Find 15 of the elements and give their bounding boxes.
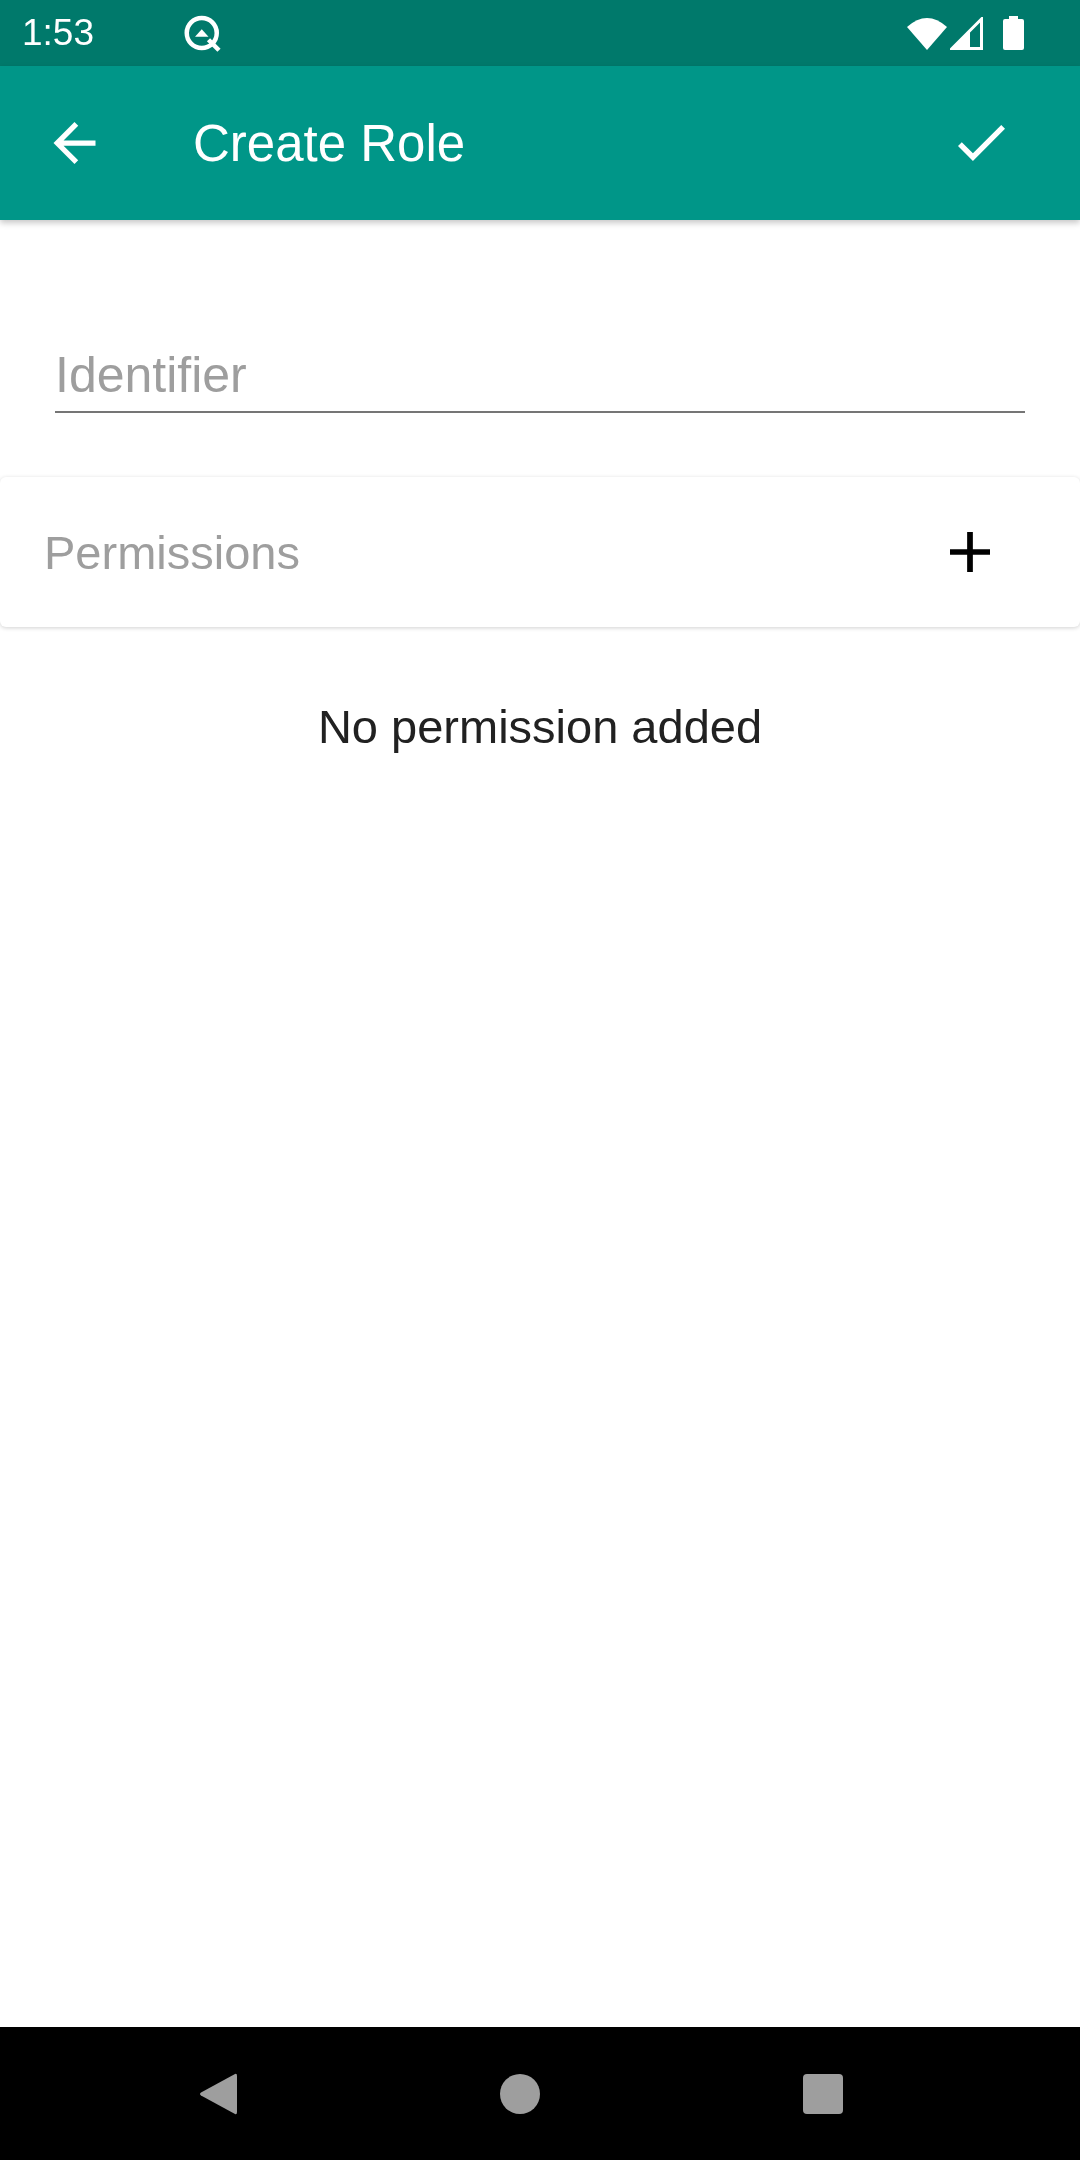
battery-icon (1003, 16, 1024, 50)
empty-permissions-message: No permission added (317, 699, 763, 754)
nav-back-icon[interactable] (199, 2071, 237, 2116)
permissions-label: Permissions (44, 524, 300, 580)
plus-icon (950, 532, 990, 572)
nav-home-icon[interactable] (500, 2073, 540, 2114)
screen-title: Create Role (193, 113, 466, 173)
signal-icon (950, 16, 983, 50)
nav-recents-icon[interactable] (803, 2073, 843, 2114)
back-arrow-icon (53, 122, 96, 164)
notification-icon (183, 14, 222, 52)
check-icon (958, 125, 1005, 161)
wifi-icon (907, 16, 947, 50)
identifier-input-field[interactable]: Identifier (55, 347, 1025, 413)
status-time: 1:53 (22, 12, 94, 54)
